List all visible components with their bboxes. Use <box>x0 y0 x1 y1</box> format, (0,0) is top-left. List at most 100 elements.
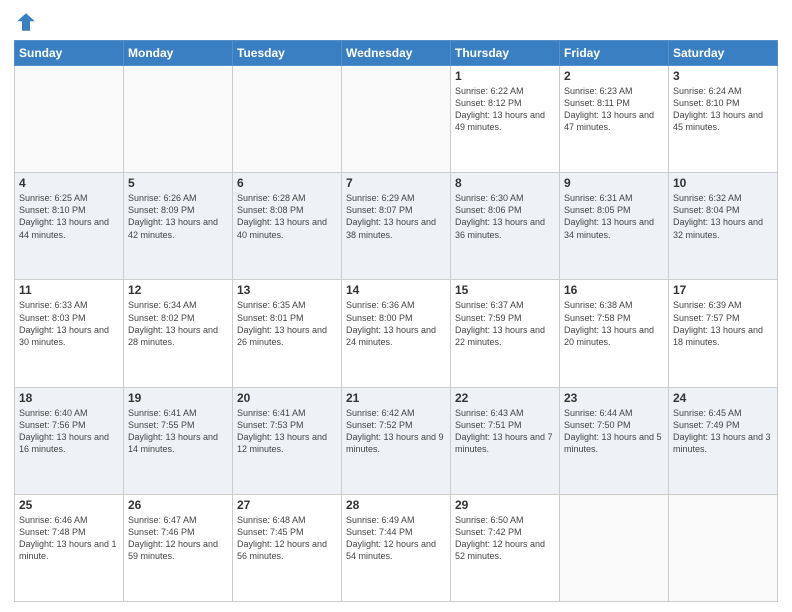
day-number: 24 <box>673 391 773 405</box>
day-info: Sunrise: 6:32 AM Sunset: 8:04 PM Dayligh… <box>673 192 773 241</box>
day-number: 4 <box>19 176 119 190</box>
day-info: Sunrise: 6:30 AM Sunset: 8:06 PM Dayligh… <box>455 192 555 241</box>
day-number: 1 <box>455 69 555 83</box>
day-info: Sunrise: 6:22 AM Sunset: 8:12 PM Dayligh… <box>455 85 555 134</box>
calendar-cell: 18 Sunrise: 6:40 AM Sunset: 7:56 PM Dayli… <box>15 387 124 494</box>
week-row-0: 1 Sunrise: 6:22 AM Sunset: 8:12 PM Daylig… <box>15 66 778 173</box>
calendar-cell: 6 Sunrise: 6:28 AM Sunset: 8:08 PM Daylig… <box>233 173 342 280</box>
day-number: 7 <box>346 176 446 190</box>
day-number: 18 <box>19 391 119 405</box>
day-info: Sunrise: 6:33 AM Sunset: 8:03 PM Dayligh… <box>19 299 119 348</box>
day-info: Sunrise: 6:24 AM Sunset: 8:10 PM Dayligh… <box>673 85 773 134</box>
calendar-cell: 3 Sunrise: 6:24 AM Sunset: 8:10 PM Daylig… <box>669 66 778 173</box>
calendar-cell: 2 Sunrise: 6:23 AM Sunset: 8:11 PM Daylig… <box>560 66 669 173</box>
weekday-header-friday: Friday <box>560 41 669 66</box>
calendar-cell: 29 Sunrise: 6:50 AM Sunset: 7:42 PM Dayli… <box>451 494 560 601</box>
day-number: 6 <box>237 176 337 190</box>
calendar-cell: 12 Sunrise: 6:34 AM Sunset: 8:02 PM Dayli… <box>124 280 233 387</box>
calendar-cell <box>669 494 778 601</box>
calendar-cell: 11 Sunrise: 6:33 AM Sunset: 8:03 PM Dayli… <box>15 280 124 387</box>
day-number: 5 <box>128 176 228 190</box>
day-number: 22 <box>455 391 555 405</box>
day-number: 20 <box>237 391 337 405</box>
day-info: Sunrise: 6:23 AM Sunset: 8:11 PM Dayligh… <box>564 85 664 134</box>
calendar-cell: 7Sunrise: 6:29 AM Sunset: 8:07 PM Daylig… <box>342 173 451 280</box>
day-info: Sunrise: 6:34 AM Sunset: 8:02 PM Dayligh… <box>128 299 228 348</box>
day-info: Sunrise: 6:25 AM Sunset: 8:10 PM Dayligh… <box>19 192 119 241</box>
calendar-cell: 10 Sunrise: 6:32 AM Sunset: 8:04 PM Dayli… <box>669 173 778 280</box>
calendar-cell: 15 Sunrise: 6:37 AM Sunset: 7:59 PM Dayli… <box>451 280 560 387</box>
day-info: Sunrise: 6:48 AM Sunset: 7:45 PM Dayligh… <box>237 514 337 563</box>
calendar-cell: 20 Sunrise: 6:41 AM Sunset: 7:53 PM Dayli… <box>233 387 342 494</box>
calendar-cell: 17 Sunrise: 6:39 AM Sunset: 7:57 PM Dayli… <box>669 280 778 387</box>
week-row-3: 18 Sunrise: 6:40 AM Sunset: 7:56 PM Dayli… <box>15 387 778 494</box>
calendar-cell: 8 Sunrise: 6:30 AM Sunset: 8:06 PM Daylig… <box>451 173 560 280</box>
calendar-cell: 27Sunrise: 6:48 AM Sunset: 7:45 PM Dayli… <box>233 494 342 601</box>
day-number: 10 <box>673 176 773 190</box>
day-number: 17 <box>673 283 773 297</box>
day-number: 25 <box>19 498 119 512</box>
weekday-header-monday: Monday <box>124 41 233 66</box>
day-info: Sunrise: 6:39 AM Sunset: 7:57 PM Dayligh… <box>673 299 773 348</box>
day-info: Sunrise: 6:42 AM Sunset: 7:52 PM Dayligh… <box>346 407 446 456</box>
day-info: Sunrise: 6:41 AM Sunset: 7:53 PM Dayligh… <box>237 407 337 456</box>
day-number: 16 <box>564 283 664 297</box>
weekday-header-sunday: Sunday <box>15 41 124 66</box>
calendar-cell: 26 Sunrise: 6:47 AM Sunset: 7:46 PM Dayli… <box>124 494 233 601</box>
weekday-header-thursday: Thursday <box>451 41 560 66</box>
calendar-cell: 14 Sunrise: 6:36 AM Sunset: 8:00 PM Dayli… <box>342 280 451 387</box>
calendar-cell <box>15 66 124 173</box>
day-info: Sunrise: 6:26 AM Sunset: 8:09 PM Dayligh… <box>128 192 228 241</box>
day-info: Sunrise: 6:49 AM Sunset: 7:44 PM Dayligh… <box>346 514 446 563</box>
week-row-4: 25 Sunrise: 6:46 AM Sunset: 7:48 PM Dayli… <box>15 494 778 601</box>
day-number: 23 <box>564 391 664 405</box>
weekday-header-saturday: Saturday <box>669 41 778 66</box>
day-number: 26 <box>128 498 228 512</box>
day-number: 11 <box>19 283 119 297</box>
calendar-cell: 9Sunrise: 6:31 AM Sunset: 8:05 PM Daylig… <box>560 173 669 280</box>
weekday-header-wednesday: Wednesday <box>342 41 451 66</box>
calendar-cell: 24 Sunrise: 6:45 AM Sunset: 7:49 PM Dayli… <box>669 387 778 494</box>
calendar-cell: 4 Sunrise: 6:25 AM Sunset: 8:10 PM Daylig… <box>15 173 124 280</box>
calendar-cell: 22Sunrise: 6:43 AM Sunset: 7:51 PM Dayli… <box>451 387 560 494</box>
day-info: Sunrise: 6:44 AM Sunset: 7:50 PM Dayligh… <box>564 407 664 456</box>
day-number: 12 <box>128 283 228 297</box>
day-number: 8 <box>455 176 555 190</box>
calendar-cell: 21 Sunrise: 6:42 AM Sunset: 7:52 PM Dayli… <box>342 387 451 494</box>
day-info: Sunrise: 6:37 AM Sunset: 7:59 PM Dayligh… <box>455 299 555 348</box>
calendar-cell: 5 Sunrise: 6:26 AM Sunset: 8:09 PM Daylig… <box>124 173 233 280</box>
day-info: Sunrise: 6:36 AM Sunset: 8:00 PM Dayligh… <box>346 299 446 348</box>
day-info: Sunrise: 6:38 AM Sunset: 7:58 PM Dayligh… <box>564 299 664 348</box>
day-info: Sunrise: 6:47 AM Sunset: 7:46 PM Dayligh… <box>128 514 228 563</box>
day-info: Sunrise: 6:45 AM Sunset: 7:49 PM Dayligh… <box>673 407 773 456</box>
logo <box>14 10 42 34</box>
weekday-header-tuesday: Tuesday <box>233 41 342 66</box>
day-info: Sunrise: 6:41 AM Sunset: 7:55 PM Dayligh… <box>128 407 228 456</box>
calendar-cell: 16 Sunrise: 6:38 AM Sunset: 7:58 PM Dayli… <box>560 280 669 387</box>
logo-icon <box>14 10 38 34</box>
calendar-cell: 1 Sunrise: 6:22 AM Sunset: 8:12 PM Daylig… <box>451 66 560 173</box>
day-number: 3 <box>673 69 773 83</box>
day-info: Sunrise: 6:28 AM Sunset: 8:08 PM Dayligh… <box>237 192 337 241</box>
calendar-cell <box>560 494 669 601</box>
day-info: Sunrise: 6:40 AM Sunset: 7:56 PM Dayligh… <box>19 407 119 456</box>
day-number: 21 <box>346 391 446 405</box>
calendar-cell: 25 Sunrise: 6:46 AM Sunset: 7:48 PM Dayli… <box>15 494 124 601</box>
day-number: 29 <box>455 498 555 512</box>
calendar-cell: 13Sunrise: 6:35 AM Sunset: 8:01 PM Dayli… <box>233 280 342 387</box>
day-number: 15 <box>455 283 555 297</box>
weekday-header-row: SundayMondayTuesdayWednesdayThursdayFrid… <box>15 41 778 66</box>
day-number: 14 <box>346 283 446 297</box>
day-info: Sunrise: 6:46 AM Sunset: 7:48 PM Dayligh… <box>19 514 119 563</box>
calendar-cell: 23 Sunrise: 6:44 AM Sunset: 7:50 PM Dayli… <box>560 387 669 494</box>
calendar-cell: 19Sunrise: 6:41 AM Sunset: 7:55 PM Dayli… <box>124 387 233 494</box>
day-info: Sunrise: 6:35 AM Sunset: 8:01 PM Dayligh… <box>237 299 337 348</box>
day-info: Sunrise: 6:50 AM Sunset: 7:42 PM Dayligh… <box>455 514 555 563</box>
day-number: 2 <box>564 69 664 83</box>
calendar-cell: 28Sunrise: 6:49 AM Sunset: 7:44 PM Dayli… <box>342 494 451 601</box>
header <box>14 10 778 34</box>
day-info: Sunrise: 6:31 AM Sunset: 8:05 PM Dayligh… <box>564 192 664 241</box>
page: SundayMondayTuesdayWednesdayThursdayFrid… <box>0 0 792 612</box>
calendar-cell <box>233 66 342 173</box>
calendar-table: SundayMondayTuesdayWednesdayThursdayFrid… <box>14 40 778 602</box>
